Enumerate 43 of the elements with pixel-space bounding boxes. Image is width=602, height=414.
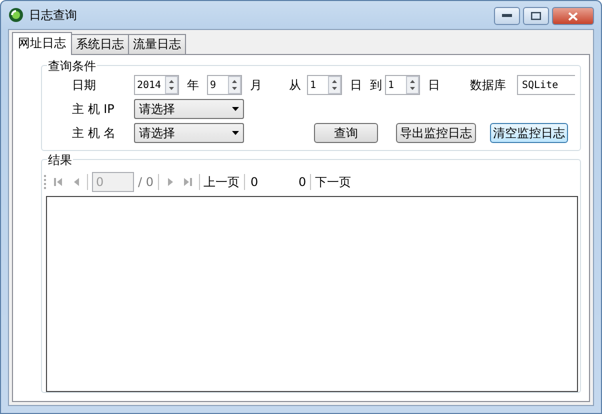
spin-arrows-icon[interactable] — [228, 76, 241, 94]
action-button[interactable]: 查询 — [314, 123, 378, 143]
field-label: 从 — [289, 76, 302, 94]
year-spinner[interactable]: 2014 — [134, 75, 179, 95]
spin-arrows-icon[interactable] — [406, 76, 419, 94]
field-label: 日 — [350, 76, 363, 94]
dropdown-arrow-icon — [232, 131, 239, 135]
action-button[interactable]: 导出监控日志 — [396, 123, 476, 143]
minimize-button[interactable] — [494, 7, 520, 25]
field-label: 日 — [428, 76, 441, 94]
host-name-dropdown[interactable]: 请选择 — [134, 123, 244, 143]
next-page-button[interactable]: 下一页 — [315, 174, 352, 190]
window-title: 日志查询 — [29, 6, 77, 24]
app-icon — [8, 7, 24, 23]
tab[interactable]: 流量日志 — [128, 34, 186, 55]
tab[interactable]: 系统日志 — [71, 34, 129, 55]
field-label: 日期 — [72, 76, 97, 94]
grip-icon — [44, 174, 47, 190]
spin-arrows-icon[interactable] — [328, 76, 341, 94]
maximize-icon — [531, 12, 541, 20]
day-spinner[interactable]: 1 — [307, 75, 342, 95]
maximize-button[interactable] — [523, 7, 549, 25]
tab[interactable]: 网址日志 — [12, 32, 72, 55]
field-label: 主 机 IP — [72, 100, 116, 118]
count-label: 0 — [298, 175, 306, 189]
database-field[interactable]: SQLite — [517, 75, 575, 95]
month-spinner[interactable]: 9 — [207, 75, 242, 95]
dropdown-arrow-icon — [232, 107, 239, 111]
spin-arrows-icon[interactable] — [165, 76, 178, 94]
host-ip-dropdown[interactable]: 请选择 — [134, 99, 244, 119]
action-button[interactable]: 清空监控日志 — [490, 123, 568, 143]
page-total: / 0 — [138, 175, 154, 189]
field-label: 月 — [250, 76, 263, 94]
day-spinner[interactable]: 1 — [385, 75, 420, 95]
field-label: 主 机 名 — [72, 124, 117, 142]
field-label: 到 — [370, 76, 383, 94]
field-label: 数据库 — [470, 76, 507, 94]
minimize-icon — [502, 14, 512, 18]
close-button[interactable] — [552, 7, 594, 25]
close-icon — [568, 12, 578, 20]
field-label: 年 — [187, 76, 200, 94]
group-title: 查询条件 — [47, 58, 97, 75]
prev-page-button[interactable]: 上一页 — [204, 174, 240, 190]
